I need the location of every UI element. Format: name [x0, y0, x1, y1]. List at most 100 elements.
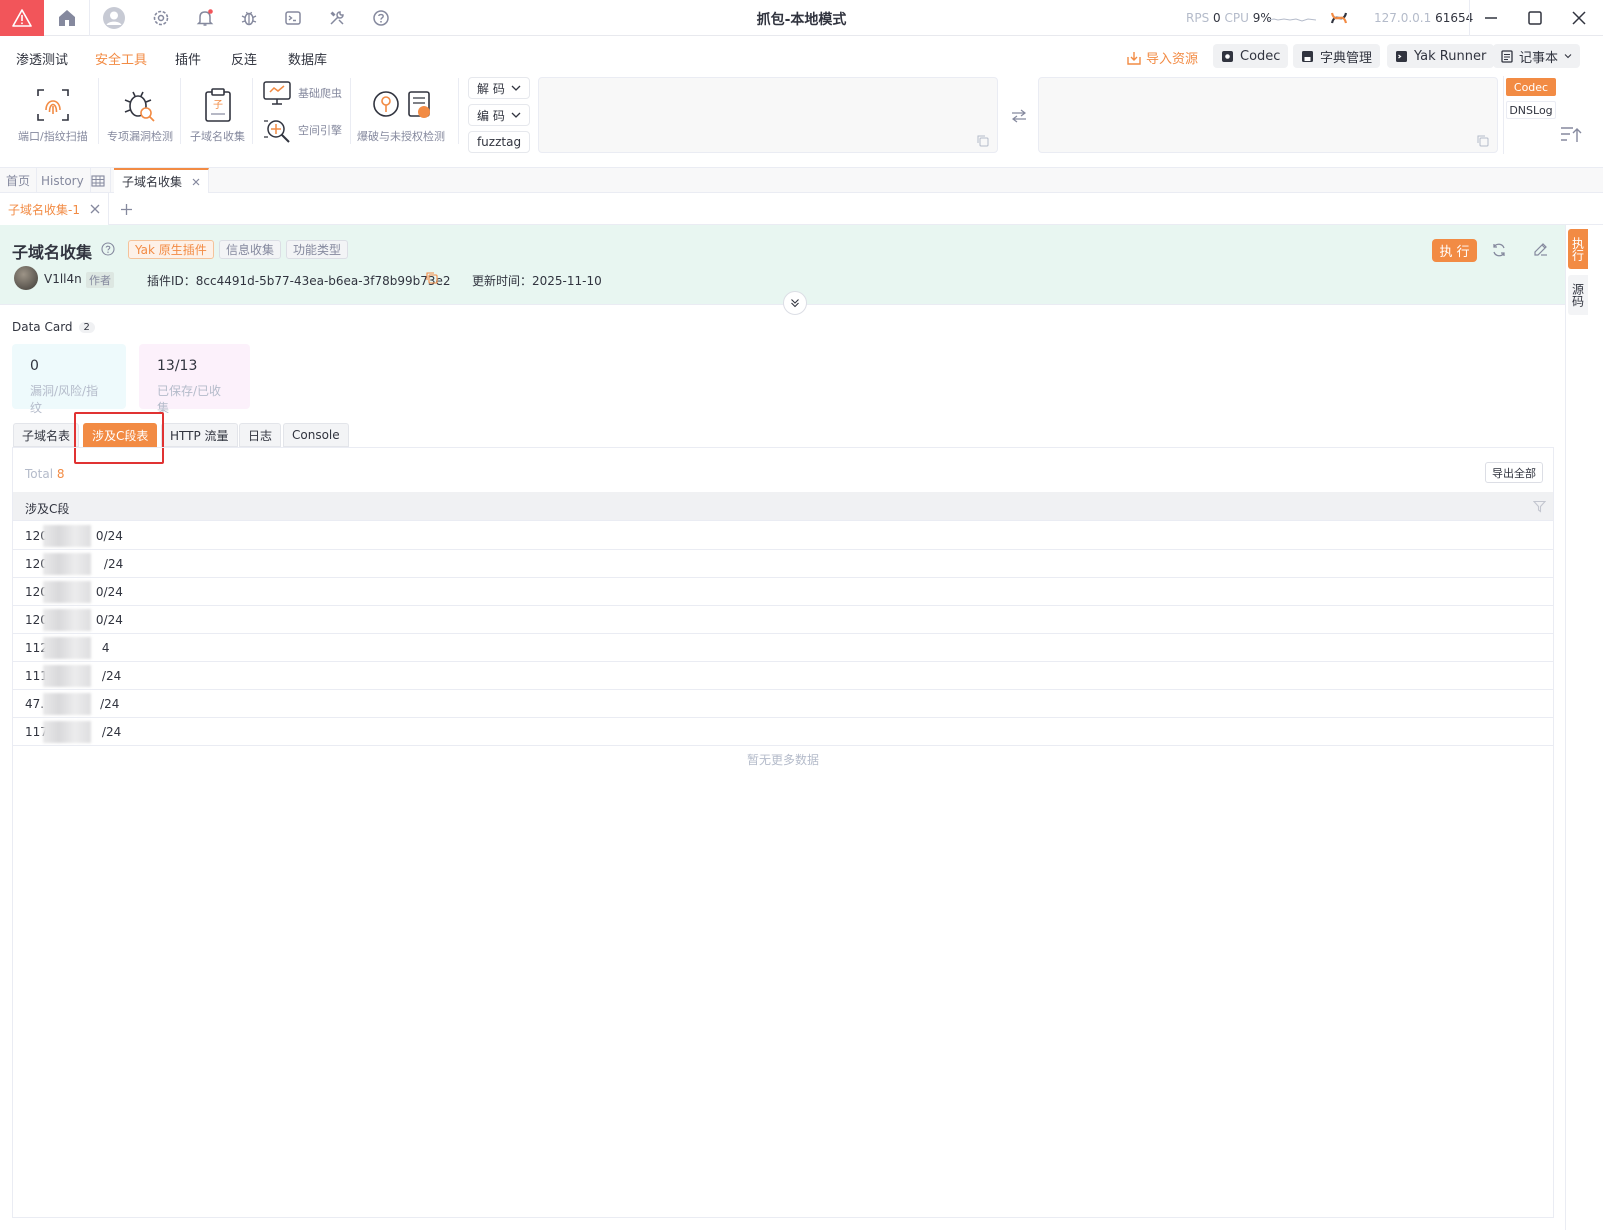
tab-http-traffic[interactable]: HTTP 流量: [161, 423, 238, 447]
filter-icon[interactable]: [1533, 500, 1546, 513]
warning-button[interactable]: [0, 0, 44, 36]
codec-input-area[interactable]: [538, 77, 998, 153]
engine-address: 127.0.0.1 61654: [1374, 11, 1474, 25]
table-row[interactable]: 120 0/24: [13, 522, 1553, 550]
import-icon: [1127, 51, 1141, 65]
plugin-header: 子域名收集 Yak 原生插件 信息收集 功能类型 V1ll4n 作者 插件ID：…: [0, 225, 1565, 315]
side-tab-source[interactable]: 源码: [1568, 275, 1588, 315]
crawler-tool[interactable]: 基础爬虫: [262, 80, 342, 106]
brute-force-tool[interactable]: 爆破与未授权检测: [357, 86, 445, 144]
collapse-header-button[interactable]: [783, 291, 807, 315]
table-grid-icon: [91, 174, 105, 187]
tab-console[interactable]: Console: [283, 423, 349, 447]
bug-icon[interactable]: [237, 6, 261, 30]
page-tab-bar: 首页 History 子域名收集: [0, 168, 1603, 193]
codec-side-tab[interactable]: Codec: [1506, 78, 1556, 96]
codec-output-area[interactable]: [1038, 77, 1498, 153]
add-tab-icon[interactable]: [120, 203, 133, 216]
side-tab-execute[interactable]: 执行: [1568, 229, 1588, 269]
table-row[interactable]: 112 4: [13, 634, 1553, 662]
c-segment-table-panel: Total 8 导出全部 涉及C段 120 0/24 120/24 120 0/24…: [12, 447, 1554, 1218]
table-row[interactable]: 120 0/24: [13, 578, 1553, 606]
card-vuln-risk: 0 漏洞/风险/指纹: [12, 344, 126, 415]
dictionary-button[interactable]: 字典管理: [1293, 44, 1381, 68]
data-card-title: Data Card 2: [12, 320, 95, 334]
menu-security-tools[interactable]: 安全工具: [95, 49, 147, 68]
tab-subdomain-table[interactable]: 子域名表: [13, 423, 80, 447]
tab-history[interactable]: History: [35, 168, 91, 193]
swap-icon[interactable]: [1011, 109, 1027, 123]
menu-reverse[interactable]: 反连: [231, 49, 257, 68]
refresh-icon[interactable]: [1491, 242, 1507, 258]
sort-collapse-icon[interactable]: [1560, 126, 1582, 144]
maximize-button[interactable]: [1522, 6, 1548, 30]
menu-database[interactable]: 数据库: [288, 49, 327, 68]
close-icon[interactable]: [192, 178, 200, 186]
port-scan-tool[interactable]: 端口/指纹扫描: [18, 86, 88, 144]
tab-log[interactable]: 日志: [239, 423, 282, 447]
decode-select[interactable]: 解 码: [468, 77, 530, 99]
terminal-icon[interactable]: [281, 6, 305, 30]
svg-text:子: 子: [213, 99, 223, 111]
tab-table-view[interactable]: [86, 168, 111, 193]
dnslog-side-tab[interactable]: DNSLog: [1506, 101, 1556, 119]
notepad-button[interactable]: 记事本: [1493, 44, 1581, 68]
subdomain-tool[interactable]: 子 子域名收集: [190, 86, 245, 144]
redaction-blur: [43, 553, 91, 575]
chevron-down-icon: [511, 112, 521, 118]
execute-button[interactable]: 执行: [1432, 239, 1477, 262]
user-avatar-icon[interactable]: [102, 6, 126, 30]
author-role-badge: 作者: [86, 272, 114, 288]
no-more-data-label: 暂无更多数据: [746, 753, 819, 767]
total-count: Total 8: [25, 467, 65, 481]
copy-icon[interactable]: [977, 135, 989, 147]
table-row[interactable]: 120/24: [13, 550, 1553, 578]
codec-button[interactable]: Codec: [1213, 44, 1289, 68]
space-engine-tool[interactable]: 空间引擎: [262, 115, 342, 145]
fingerprint-scan-icon: [37, 89, 69, 121]
redaction-blur: [43, 525, 91, 547]
tab-c-segment-table[interactable]: 涉及C段表: [83, 423, 158, 447]
redaction-blur: [43, 581, 91, 603]
encode-select[interactable]: 编 码: [468, 104, 530, 126]
chevron-down-icon: [511, 85, 521, 91]
edit-icon[interactable]: [1533, 242, 1548, 257]
menu-plugins[interactable]: 插件: [175, 49, 201, 68]
monitor-crawler-icon: [263, 81, 291, 105]
home-icon[interactable]: [55, 6, 79, 30]
fuzztag-button[interactable]: fuzztag: [468, 131, 530, 153]
redaction-blur: [43, 721, 91, 743]
vuln-check-tool[interactable]: 专项漏洞检测: [107, 86, 173, 144]
table-row[interactable]: 47./24: [13, 690, 1553, 718]
chevron-down-icon: [1564, 54, 1572, 59]
table-row[interactable]: 120 0/24: [13, 606, 1553, 634]
help-icon[interactable]: [369, 6, 393, 30]
tab-home[interactable]: 首页: [0, 168, 38, 193]
title-bar: 抓包-本地模式 RPS 0 CPU 9% 127.0.0.1 61654: [0, 0, 1603, 36]
close-icon[interactable]: [90, 204, 100, 214]
menu-bar: 渗透测试 安全工具 插件 反连 数据库 导入资源 Codec 字典管理 Yak …: [0, 36, 1603, 72]
table-row[interactable]: 117/24: [13, 718, 1553, 746]
copy-icon[interactable]: [426, 272, 438, 284]
import-resource-button[interactable]: 导入资源: [1127, 48, 1198, 67]
tools-icon[interactable]: [325, 6, 349, 30]
minimize-button[interactable]: [1478, 6, 1504, 30]
yak-runner-button[interactable]: Yak Runner: [1387, 44, 1495, 68]
plugin-title: 子域名收集: [12, 243, 93, 262]
tab-subdomain-collect[interactable]: 子域名收集: [114, 168, 210, 193]
engine-status-icon[interactable]: [1327, 6, 1351, 30]
copy-icon[interactable]: [1477, 135, 1489, 147]
warning-icon: [12, 9, 32, 27]
notification-bell-icon[interactable]: [193, 6, 217, 30]
tag-yak-native: Yak 原生插件: [128, 240, 214, 259]
table-header: 涉及C段: [13, 492, 1553, 521]
settings-gear-icon[interactable]: [149, 6, 173, 30]
subtab-subdomain-1[interactable]: 子域名收集-1: [0, 193, 109, 225]
tag-function-type: 功能类型: [286, 240, 349, 259]
rps-readout: RPS 0 CPU 9%: [1186, 11, 1272, 25]
close-window-button[interactable]: [1566, 6, 1592, 30]
export-all-button[interactable]: 导出全部: [1485, 462, 1543, 483]
table-row[interactable]: 111/24: [13, 662, 1553, 690]
help-icon[interactable]: [101, 242, 115, 256]
menu-pentest[interactable]: 渗透测试: [16, 49, 68, 68]
